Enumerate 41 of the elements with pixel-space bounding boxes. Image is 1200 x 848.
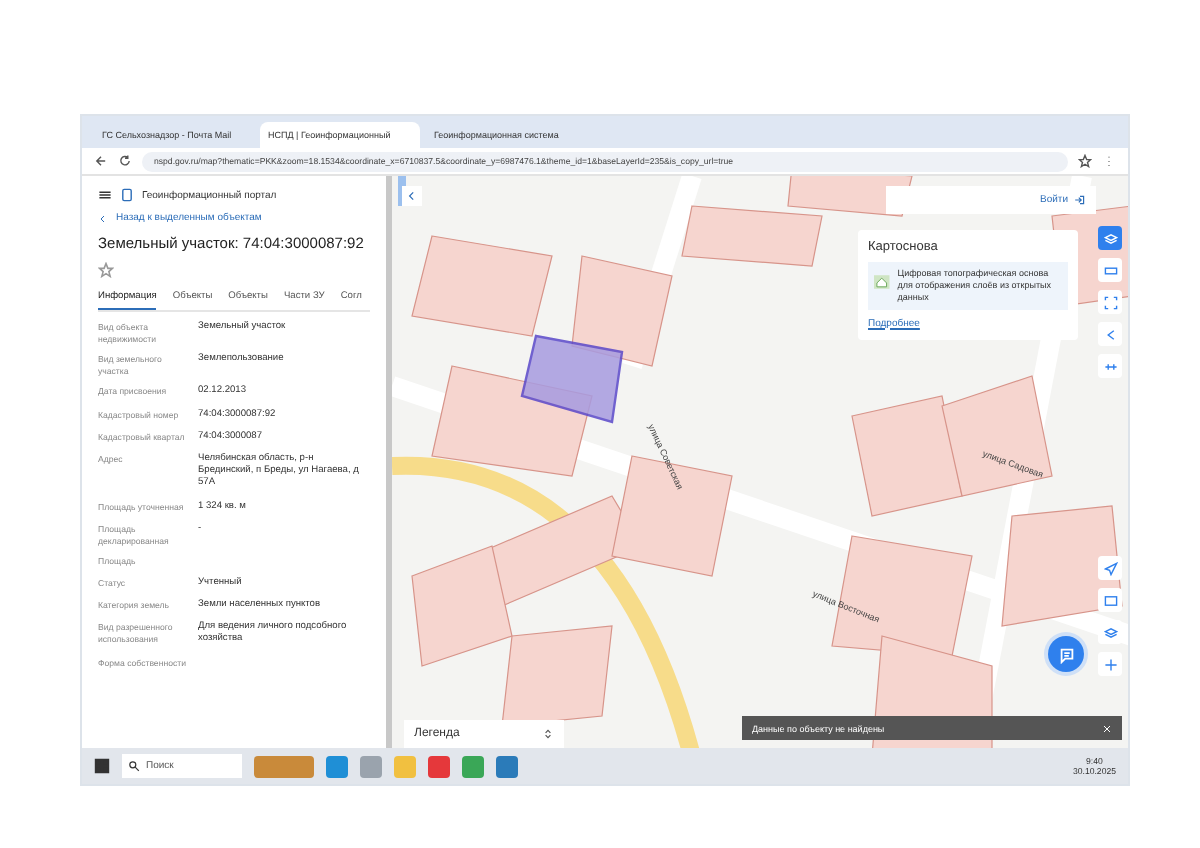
app-icon[interactable]: [360, 755, 382, 777]
land-parcel: [411, 235, 553, 337]
navigation-arrow-icon: [1103, 561, 1117, 575]
expand-icon: [1103, 295, 1117, 309]
image-icon: [1103, 593, 1117, 607]
fullscreen-button[interactable]: [1098, 290, 1122, 314]
app-icon[interactable]: [462, 755, 484, 777]
zoom-in-button[interactable]: [1098, 652, 1122, 676]
layers-button[interactable]: [1098, 620, 1122, 644]
search-icon: [128, 760, 140, 772]
back-arrow-icon: [94, 154, 108, 168]
land-parcel: [851, 395, 963, 517]
star-icon: [1078, 154, 1092, 168]
layers-icon: [1103, 231, 1117, 245]
app-icon[interactable]: [254, 755, 314, 777]
selected-parcel[interactable]: [520, 334, 624, 424]
app-icon[interactable]: [496, 755, 518, 777]
measure-button[interactable]: [1098, 354, 1122, 378]
water-channel: [398, 176, 406, 206]
login-icon: [1074, 194, 1086, 206]
windows-start-icon: [94, 758, 110, 774]
layers-button[interactable]: [1098, 226, 1122, 250]
logo-icon: [120, 188, 134, 202]
sort-icon: [542, 728, 554, 740]
layers-icon: [1103, 625, 1117, 639]
screenshot-button[interactable]: [1098, 588, 1122, 612]
menu-icon: [98, 188, 112, 202]
close-icon: [1102, 723, 1112, 733]
star-icon: [98, 262, 114, 278]
chat-button[interactable]: [1048, 636, 1084, 672]
collapse-button[interactable]: [402, 186, 422, 206]
app-icon[interactable]: [326, 755, 348, 777]
location-button[interactable]: [1098, 556, 1122, 580]
land-parcel: [941, 375, 1053, 497]
chat-bubble-icon: [1057, 645, 1075, 663]
app-icon[interactable]: [428, 755, 450, 777]
reload-icon: [118, 154, 132, 168]
land-parcel: [1001, 505, 1123, 627]
chevron-left-icon: [406, 190, 418, 202]
menu-icon: [1102, 154, 1116, 168]
plus-icon: [1103, 657, 1117, 671]
